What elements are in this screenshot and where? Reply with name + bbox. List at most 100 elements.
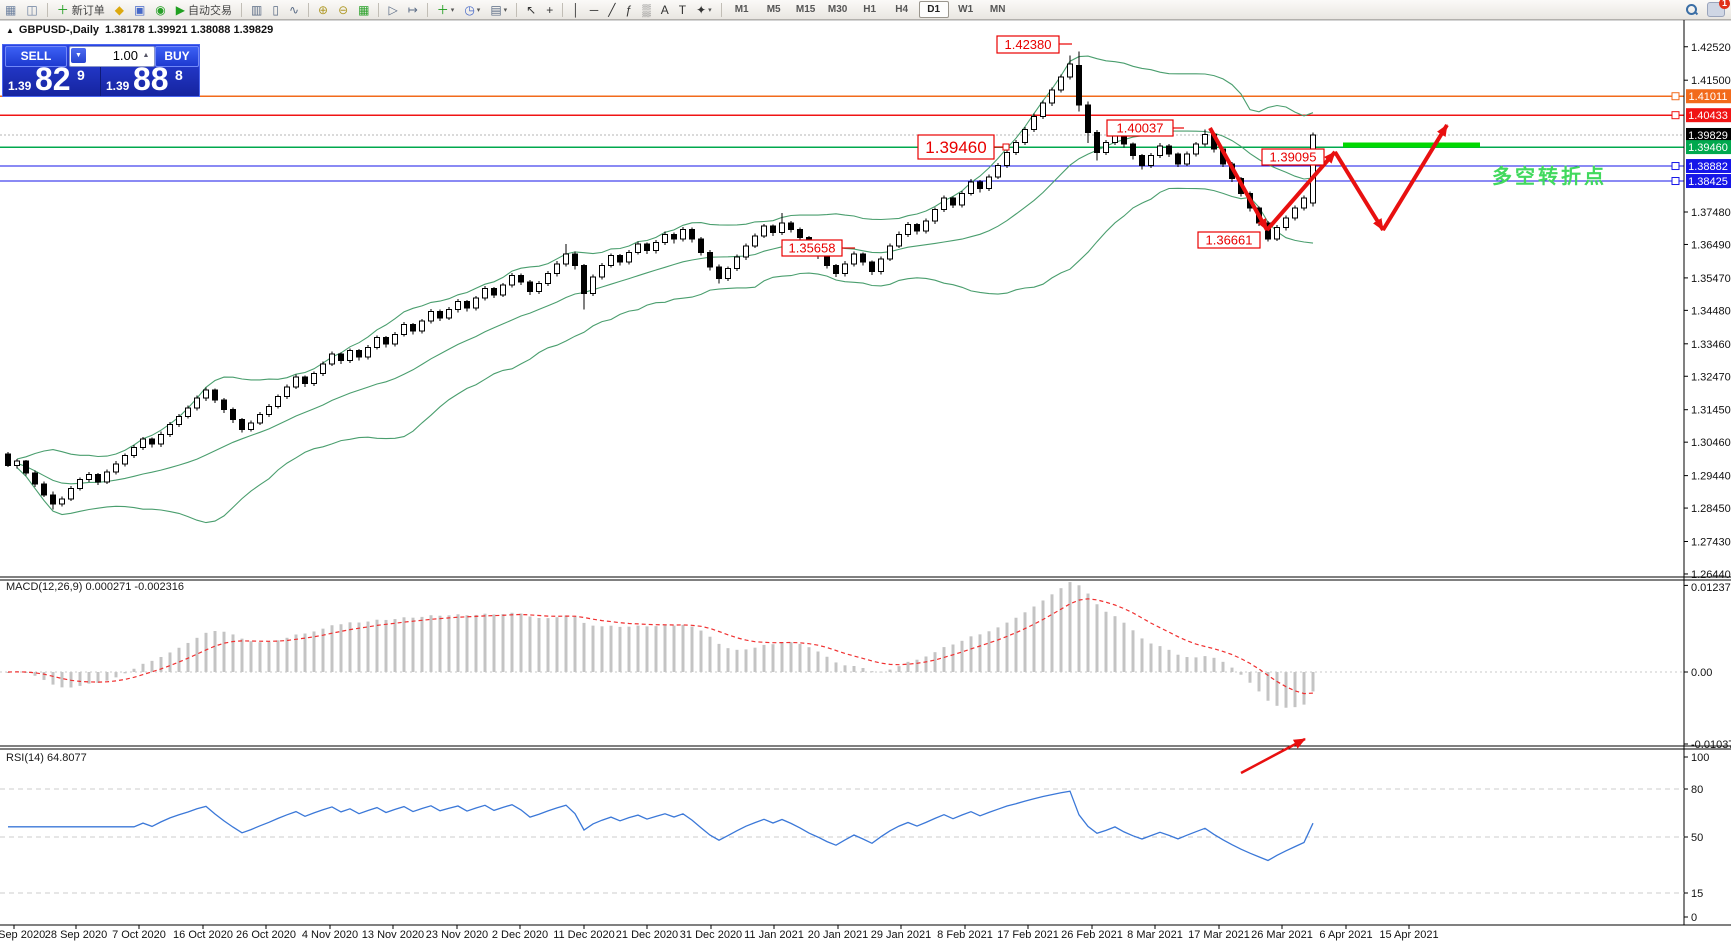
candlestick [456,302,461,310]
candlestick [339,354,344,361]
candlestick [420,321,425,331]
candlestick [42,484,47,495]
date-label: 21 Dec 2020 [616,929,678,941]
candlestick [969,182,974,193]
candlestick [1293,208,1298,218]
candlestick [1140,156,1145,166]
candlestick [150,439,155,444]
svg-text:1.41011: 1.41011 [1689,91,1728,103]
candlestick [6,454,11,465]
candlestick [123,456,128,464]
macd-label: MACD(12,26,9) 0.000271 -0.002316 [6,581,184,593]
candlestick [213,390,218,400]
candlestick [870,262,875,272]
candlestick [60,499,65,504]
candlestick [1095,133,1100,153]
candlestick [933,210,938,221]
candlestick [690,229,695,239]
candlestick [519,275,524,282]
price-annotation[interactable]: 1.39095 [1262,149,1324,165]
candlestick [744,246,749,257]
candlestick [411,324,416,331]
candlestick [1185,154,1190,164]
price-annotation[interactable]: 1.36661 [1198,232,1260,248]
candlestick [267,406,272,414]
svg-text:1.29440: 1.29440 [1691,471,1731,483]
candlestick [312,374,317,384]
candlestick [564,254,569,264]
chart-canvas[interactable]: 1.423801.400371.394601.390951.366611.356… [0,0,1731,943]
date-label: 6 Apr 2021 [1319,929,1372,941]
candlestick [600,265,605,276]
date-label: 26 Mar 2021 [1251,929,1313,941]
candlestick [825,256,830,266]
macd-axis-label: -0.010374 [1691,739,1731,751]
candlestick [1104,142,1109,152]
turning-point-note[interactable]: 多空转折点 [1492,164,1607,188]
candlestick [105,472,110,482]
candlestick [537,283,542,291]
candlestick [771,226,776,233]
candlestick [843,264,848,274]
candlestick [555,264,560,274]
candlestick [699,239,704,252]
annotation-text: 1.39460 [925,138,986,157]
candlestick [114,464,119,472]
svg-text:1.28450: 1.28450 [1691,503,1731,515]
candlestick [402,324,407,334]
annotation-text: 1.36661 [1206,233,1253,248]
candlestick [1158,146,1163,156]
candlestick [168,424,173,434]
candlestick [87,474,92,479]
candlestick [1086,105,1091,133]
sell-price[interactable]: 1.39 82 9 [3,67,101,96]
price-annotation[interactable]: 1.40037 [1107,120,1184,136]
macd-values: 0.000271 -0.002316 [85,581,183,593]
candlestick [1005,152,1010,165]
date-label: 13 Nov 2020 [362,929,424,941]
candlestick [438,311,443,318]
date-label: 17 Mar 2021 [1188,929,1250,941]
rsi-value: 64.8077 [47,752,87,764]
candlestick [1041,103,1046,116]
macd-axis-label: 0.00 [1691,667,1712,679]
price-tag-1.39829: 1.39829 [1686,128,1731,142]
sell-price-small: 1.39 [8,79,31,93]
candlestick [69,488,74,499]
candlestick [1131,144,1136,155]
candlestick [1068,64,1073,77]
price-tag-1.39460: 1.39460 [1686,140,1731,154]
candlestick [924,221,929,231]
one-click-trading-panel: SELL ▼ 1.00 ▲ BUY 1.39 82 9 1.39 88 8 [2,44,200,97]
candlestick [780,223,785,233]
candlestick [906,224,911,234]
candlestick [474,298,479,308]
candlestick [1302,198,1307,208]
buy-price[interactable]: 1.39 88 8 [101,67,198,96]
candlestick [240,420,245,430]
candlestick [1023,129,1028,142]
candlestick [951,198,956,205]
svg-text:1.34480: 1.34480 [1691,305,1731,317]
candlestick [960,193,965,204]
volume-dropdown-icon[interactable]: ▼ [71,48,86,63]
candlestick [627,252,632,262]
candlestick [483,288,488,298]
candlestick [1284,218,1289,228]
candlestick [897,234,902,245]
date-label: 11 Jan 2021 [744,929,804,941]
candlestick [1149,156,1154,166]
candlestick [834,265,839,273]
rsi-axis-label: 80 [1691,784,1703,796]
annotation-text: 1.39095 [1270,150,1317,165]
collapse-icon[interactable]: ▲ [6,26,14,35]
annotation-text: 1.40037 [1117,121,1164,136]
candlestick [798,229,803,237]
sell-price-big: 82 [35,61,71,98]
svg-text:1.40433: 1.40433 [1688,110,1728,122]
candlestick [528,282,533,292]
date-label: 23 Nov 2020 [426,929,488,941]
candlestick [330,354,335,364]
candlestick [366,347,371,357]
candlestick [294,377,299,387]
